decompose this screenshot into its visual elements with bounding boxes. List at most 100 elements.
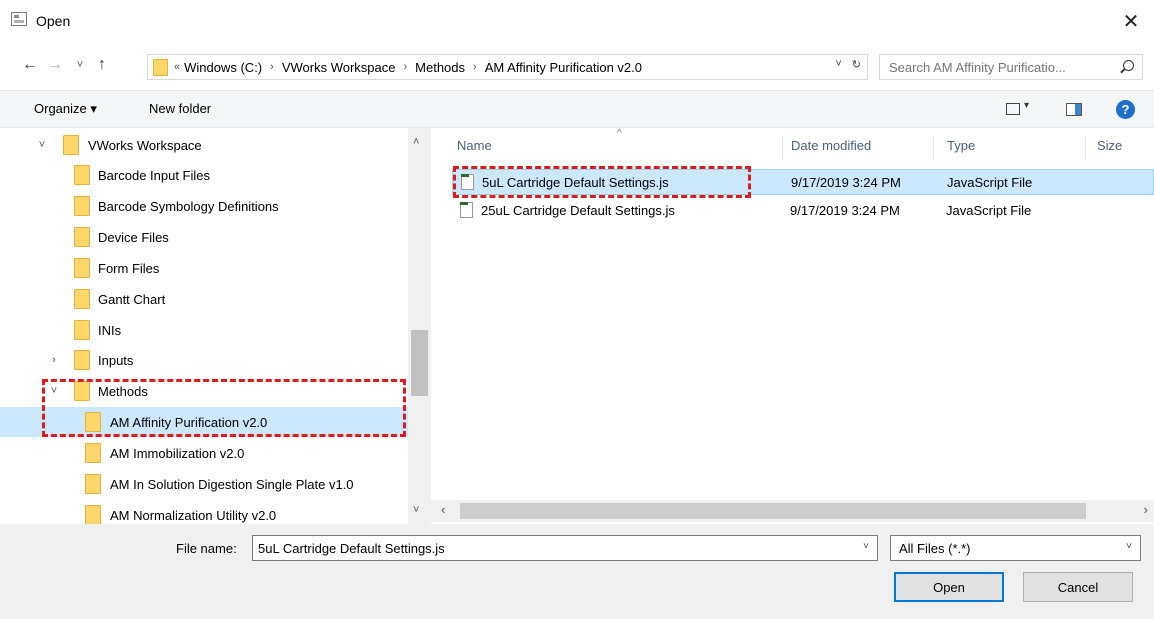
folder-icon (74, 320, 90, 340)
tree-item-label: Gantt Chart (98, 291, 166, 307)
change-view-icon[interactable] (1006, 103, 1020, 115)
folder-icon (74, 258, 90, 278)
expand-chevron-icon[interactable]: › (48, 354, 60, 366)
folder-icon (85, 505, 101, 524)
breadcrumb-overflow-icon[interactable]: « (174, 61, 180, 73)
folder-icon (74, 381, 90, 401)
scroll-up-icon[interactable]: ˄ (413, 136, 419, 148)
column-divider[interactable] (782, 136, 783, 160)
back-arrow-icon[interactable]: ← (20, 54, 40, 76)
file-name-input[interactable] (253, 540, 848, 556)
address-bar[interactable]: « Windows (C:) › VWorks Workspace › Meth… (147, 54, 868, 80)
tree-item-am-in-solution-digestion[interactable]: AM In Solution Digestion Single Plate v1… (0, 469, 408, 499)
folder-icon (74, 350, 90, 370)
scroll-down-icon[interactable]: ˅ (413, 504, 419, 516)
recent-locations-chevron-icon[interactable]: ˅ (70, 54, 90, 76)
tree-item-am-immobilization[interactable]: AM Immobilization v2.0 (0, 438, 408, 468)
breadcrumb-item[interactable]: Methods (415, 60, 465, 75)
search-icon[interactable] (1123, 60, 1134, 71)
tree-item-vworks-workspace[interactable]: ˅ VWorks Workspace (0, 130, 408, 160)
search-box[interactable] (879, 54, 1143, 80)
tree-item-barcode-input-files[interactable]: Barcode Input Files (0, 160, 408, 190)
file-list[interactable]: ^ Name Date modified Type Size 5uL Cartr… (440, 128, 1154, 500)
file-row-5ul-cartridge[interactable]: 5uL Cartridge Default Settings.js 9/17/2… (452, 169, 1154, 195)
file-name-label: File name: (176, 541, 237, 556)
open-button[interactable]: Open (894, 572, 1004, 602)
tree-item-label: Barcode Input Files (98, 167, 211, 183)
tree-item-label: INIs (98, 322, 122, 338)
breadcrumb-item[interactable]: Windows (C:) (184, 60, 262, 75)
sort-ascending-icon: ^ (617, 128, 622, 139)
tree-item-methods[interactable]: ˅ Methods (0, 376, 408, 406)
javascript-file-icon (461, 174, 474, 190)
column-header-size[interactable]: Size (1097, 138, 1122, 153)
folder-icon (74, 289, 90, 309)
dialog-footer: File name: ˅ All Files (*.*) ˅ Open Canc… (0, 524, 1154, 619)
tree-item-form-files[interactable]: Form Files (0, 253, 408, 283)
breadcrumb-separator-icon[interactable]: › (403, 61, 407, 73)
file-name-dropdown-icon[interactable]: ˅ (863, 541, 869, 552)
forward-arrow-icon[interactable]: → (45, 54, 65, 76)
navigation-tree[interactable]: ˅ VWorks Workspace Barcode Input Files B… (0, 128, 431, 524)
breadcrumb-item[interactable]: VWorks Workspace (282, 60, 396, 75)
tree-item-inis[interactable]: INIs (0, 315, 408, 345)
expand-chevron-icon[interactable]: ˅ (36, 139, 48, 151)
file-name: 5uL Cartridge Default Settings.js (482, 174, 669, 190)
tree-item-inputs[interactable]: › Inputs (0, 345, 408, 375)
preview-pane-icon[interactable] (1066, 103, 1082, 116)
address-bar-controls: ˅ ↻ (835, 58, 861, 71)
file-list-horizontal-scrollbar[interactable]: ‹ › (431, 500, 1154, 522)
collapse-chevron-icon[interactable]: ˅ (48, 385, 60, 397)
column-divider[interactable] (933, 136, 934, 160)
scrollbar-thumb[interactable] (460, 503, 1086, 519)
tree-item-device-files[interactable]: Device Files (0, 222, 408, 252)
folder-icon (85, 474, 101, 494)
tree-item-label: AM Normalization Utility v2.0 (110, 507, 277, 523)
tree-item-label: Barcode Symbology Definitions (98, 198, 279, 214)
column-divider[interactable] (1085, 136, 1086, 160)
view-options-dropdown-icon[interactable]: ▾ (1024, 100, 1029, 111)
folder-icon (85, 412, 101, 432)
cancel-button[interactable]: Cancel (1023, 572, 1133, 602)
file-type: JavaScript File (947, 174, 1033, 190)
new-folder-button[interactable]: New folder (149, 101, 211, 116)
column-header-name[interactable]: Name (457, 138, 492, 153)
scrollbar-thumb[interactable] (411, 330, 428, 396)
tree-item-label: Inputs (98, 352, 134, 368)
file-date-modified: 9/17/2019 3:24 PM (790, 202, 900, 218)
tree-item-am-affinity-purification[interactable]: AM Affinity Purification v2.0 (0, 407, 408, 437)
filter-dropdown-icon[interactable]: ˅ (1126, 541, 1132, 552)
close-button[interactable]: ✕ (1108, 0, 1154, 42)
tree-item-label: AM In Solution Digestion Single Plate v1… (110, 476, 354, 492)
tree-vertical-scrollbar[interactable]: ˄ ˅ (408, 128, 431, 524)
tree-item-label: Device Files (98, 229, 169, 245)
tree-item-gantt-chart[interactable]: Gantt Chart (0, 284, 408, 314)
scroll-left-icon[interactable]: ‹ (441, 502, 445, 517)
scroll-right-icon[interactable]: › (1144, 502, 1148, 517)
column-header-type[interactable]: Type (947, 138, 975, 153)
folder-icon (85, 443, 101, 463)
breadcrumb-item[interactable]: AM Affinity Purification v2.0 (485, 60, 642, 75)
address-history-dropdown-icon[interactable]: ˅ (835, 58, 841, 71)
column-header-date-modified[interactable]: Date modified (791, 138, 871, 153)
folder-icon (74, 227, 90, 247)
file-name-combobox[interactable]: ˅ (252, 535, 878, 561)
help-icon[interactable]: ? (1116, 100, 1135, 119)
file-row-25ul-cartridge[interactable]: 25uL Cartridge Default Settings.js 9/17/… (452, 197, 1154, 223)
file-date-modified: 9/17/2019 3:24 PM (791, 174, 901, 190)
folder-icon (63, 135, 79, 155)
organize-menu-button[interactable]: Organize ▾ (34, 101, 97, 117)
up-arrow-icon[interactable]: ↑ (92, 54, 112, 76)
open-dialog-icon (11, 12, 27, 26)
folder-icon (153, 58, 168, 76)
refresh-icon[interactable]: ↻ (852, 58, 861, 71)
tree-item-am-normalization-utility[interactable]: AM Normalization Utility v2.0 (0, 500, 408, 524)
breadcrumb-separator-icon[interactable]: › (473, 61, 477, 73)
window-title: Open (36, 13, 71, 29)
tree-item-barcode-symbology[interactable]: Barcode Symbology Definitions (0, 191, 408, 221)
breadcrumb-separator-icon[interactable]: › (270, 61, 274, 73)
file-type: JavaScript File (946, 202, 1032, 218)
tree-item-label: VWorks Workspace (88, 137, 202, 153)
search-input[interactable] (880, 59, 1105, 75)
file-type-filter-select[interactable]: All Files (*.*) ˅ (890, 535, 1141, 561)
